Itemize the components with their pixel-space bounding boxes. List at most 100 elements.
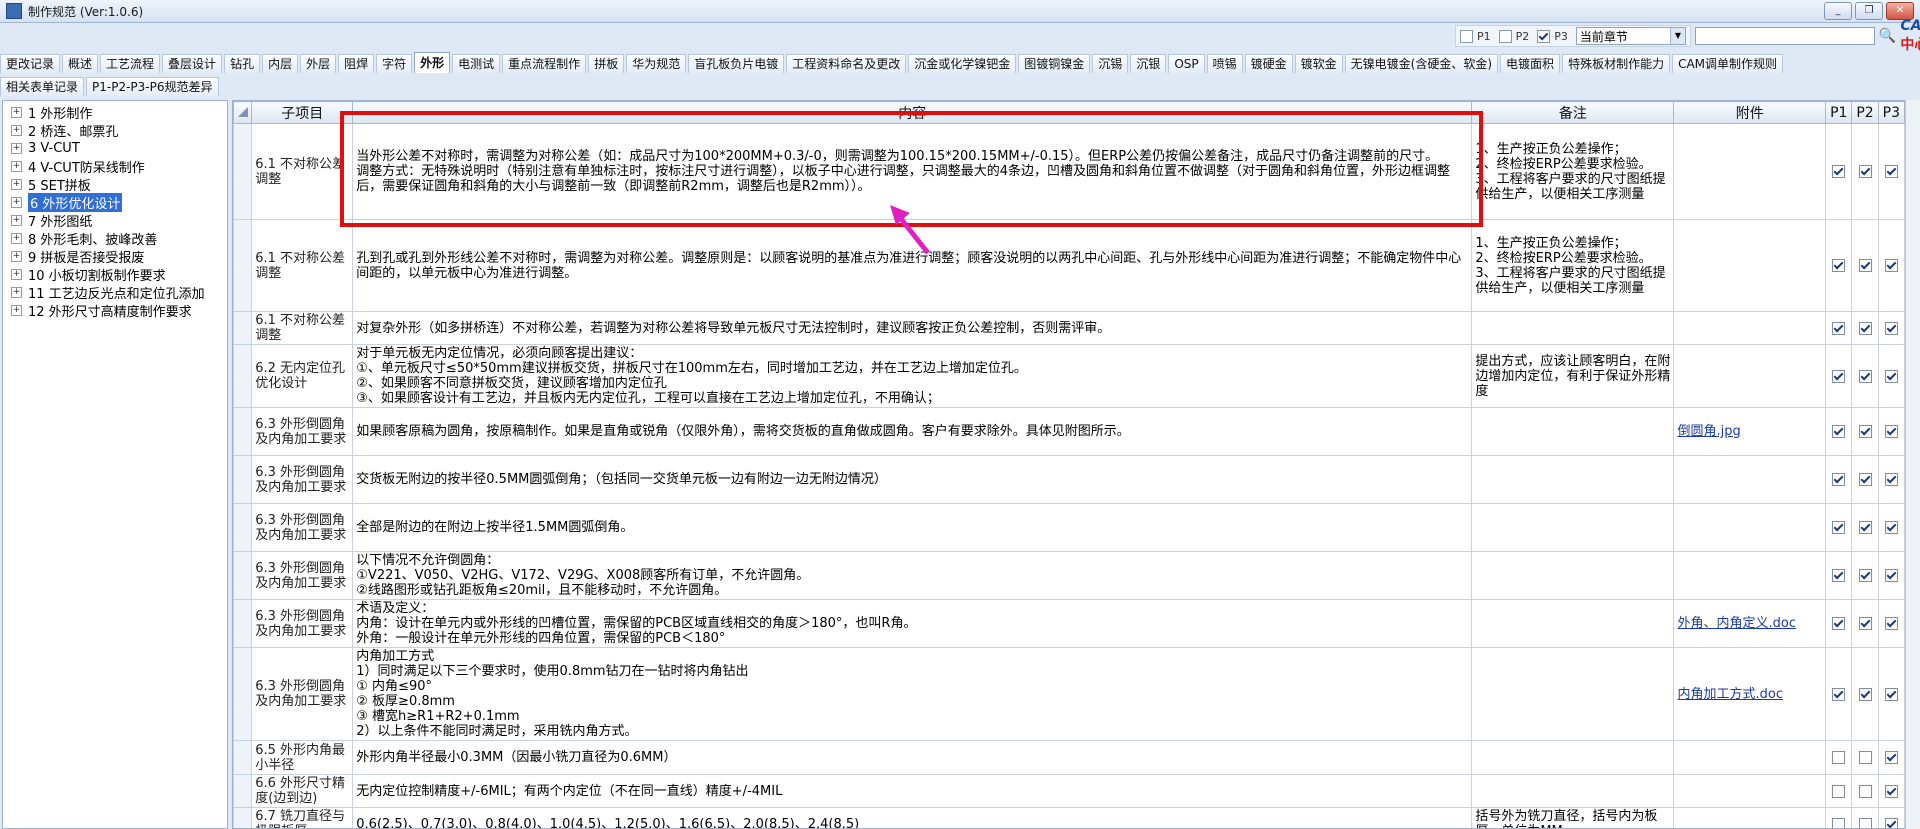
tab-item[interactable]: 电镀面积: [1500, 54, 1561, 73]
table-row[interactable]: 6.3 外形倒圆角及内角加工要求 以下情况不允许倒圆角： ①V221、V050、V…: [233, 551, 1906, 600]
tab-item[interactable]: CAM调单制作规则: [1672, 54, 1784, 73]
row-header[interactable]: [233, 455, 253, 504]
p3-checkbox[interactable]: [1884, 425, 1898, 438]
cell-content[interactable]: 无内定位控制精度+/-6MIL；有两个内定位（不在同一直线）精度+/-4MIL: [352, 774, 1473, 808]
p3-checkbox[interactable]: [1884, 784, 1898, 798]
col-header-p3[interactable]: P3: [1877, 101, 1906, 124]
table-row[interactable]: 6.3 外形倒圆角及内角加工要求 如果顾客原稿为圆角，按原稿制作。如果是直角或锐角…: [233, 407, 1906, 456]
p2-checkbox[interactable]: [1858, 425, 1872, 438]
table-row[interactable]: 6.1 不对称公差调整 孔到孔或孔到外形线公差不对称时，需调整为对称公差。调整原则…: [233, 219, 1906, 312]
p1-checkbox[interactable]: [1832, 784, 1846, 798]
attachment-link[interactable]: 外角、内角定义.doc: [1673, 599, 1827, 648]
expand-icon[interactable]: +: [11, 178, 22, 190]
cell-attach[interactable]: [1673, 551, 1827, 600]
expand-icon[interactable]: +: [11, 196, 22, 208]
tab-item[interactable]: 沉金或化学镍钯金: [908, 54, 1017, 73]
cell-sub-item[interactable]: 6.1 不对称公差调整: [251, 123, 354, 220]
tab-item[interactable]: 沉锡: [1092, 54, 1129, 73]
tab-item[interactable]: 字符: [376, 54, 413, 73]
cell-note[interactable]: [1471, 551, 1675, 600]
tab-item[interactable]: 电测试: [452, 54, 501, 73]
tab-item[interactable]: 更改记录: [0, 54, 61, 73]
cell-note[interactable]: [1471, 740, 1675, 775]
p3-checkbox[interactable]: [1884, 817, 1898, 828]
p3-checkbox[interactable]: [1884, 369, 1898, 383]
p2-checkbox[interactable]: [1858, 751, 1872, 764]
cell-sub-item[interactable]: 6.1 不对称公差调整: [251, 311, 354, 345]
tree-item[interactable]: +5 SET拼板: [3, 175, 227, 194]
cell-note[interactable]: 1、生产按正负公差操作； 2、终检按ERP公差要求检验。 3、工程将客户要求的尺…: [1471, 123, 1675, 220]
p1-checkbox[interactable]: [1832, 521, 1846, 534]
p1-checkbox[interactable]: [1832, 259, 1846, 272]
cell-attach[interactable]: [1673, 740, 1827, 775]
cell-content[interactable]: 孔到孔或孔到外形线公差不对称时，需调整为对称公差。调整原则是：以顾客说明的基准点…: [352, 219, 1473, 312]
p3-checkbox[interactable]: [1884, 687, 1898, 701]
row-header[interactable]: [233, 123, 253, 220]
cell-note[interactable]: [1471, 407, 1675, 456]
tab-item[interactable]: 概述: [62, 54, 99, 73]
p2-checkbox[interactable]: [1858, 321, 1872, 335]
tree-item[interactable]: +10 小板切割板制作要求: [3, 265, 227, 284]
row-header[interactable]: [233, 551, 253, 600]
p1-checkbox[interactable]: [1832, 687, 1846, 701]
row-header[interactable]: [233, 311, 253, 345]
cell-note[interactable]: 括号外为铣刀直径，括号内为板厚，单位为MM: [1471, 807, 1675, 828]
cell-content[interactable]: 对于单元板无内定位情况，必须向顾客提出建议： ①、单元板尺寸≤50*50mm建议…: [352, 344, 1473, 408]
col-header-p2[interactable]: P2: [1851, 101, 1879, 124]
cell-content[interactable]: 交货板无附边的按半径0.5MM圆弧倒角；（包括同一交货单元板一边有附边一边无附边…: [352, 455, 1473, 504]
p2-checkbox[interactable]: [1858, 817, 1872, 828]
tab-item[interactable]: 图镀铜镍金: [1018, 54, 1091, 73]
tab-item[interactable]: P1-P2-P3-P6规范差异: [86, 77, 219, 96]
p2-checkbox[interactable]: [1858, 369, 1872, 383]
tab-item[interactable]: 喷锡: [1206, 54, 1243, 73]
p1-checkbox[interactable]: [1832, 369, 1846, 383]
cell-attach[interactable]: [1673, 774, 1827, 808]
table-row[interactable]: 6.6 外形尺寸精度(边到边) 无内定位控制精度+/-6MIL；有两个内定位（不在…: [233, 774, 1906, 808]
tab-item[interactable]: 钻孔: [224, 54, 261, 73]
cell-attach[interactable]: [1673, 311, 1827, 345]
row-header[interactable]: [233, 599, 253, 648]
p1-checkbox[interactable]: [1832, 425, 1846, 438]
cell-content[interactable]: 以下情况不允许倒圆角： ①V221、V050、V2HG、V172、V29G、X0…: [352, 551, 1473, 600]
p3-checkbox[interactable]: [1884, 473, 1898, 486]
expand-icon[interactable]: +: [11, 232, 22, 244]
expand-icon[interactable]: +: [11, 124, 22, 136]
p3-checkbox[interactable]: [1884, 617, 1898, 630]
cell-sub-item[interactable]: 6.2 无内定位孔优化设计: [251, 344, 354, 408]
table-row[interactable]: 6.5 外形内角最小半径 外形内角半径最小0.3MM（因最小铣刀直径为0.6MM）: [233, 740, 1906, 775]
cell-note[interactable]: 提出方式，应该让顾客明白，在附边增加内定位，有利于保证外形精度: [1471, 344, 1675, 408]
p3-checkbox[interactable]: [1884, 165, 1898, 178]
row-header[interactable]: [233, 503, 253, 552]
expand-icon[interactable]: +: [11, 214, 22, 226]
tab-item[interactable]: OSP: [1168, 54, 1205, 73]
p2-checkbox[interactable]: [1858, 259, 1872, 272]
tab-item[interactable]: 特殊板材制作能力: [1562, 54, 1671, 73]
restore-button[interactable]: ❐: [1855, 2, 1883, 20]
table-row[interactable]: 6.3 外形倒圆角及内角加工要求 交货板无附边的按半径0.5MM圆弧倒角；（包括同…: [233, 455, 1906, 504]
table-row[interactable]: 6.3 外形倒圆角及内角加工要求 全部是附边的在附边上按半径1.5MM圆弧倒角。: [233, 503, 1906, 552]
expand-icon[interactable]: +: [11, 268, 22, 280]
expand-icon[interactable]: +: [11, 106, 22, 118]
cell-note[interactable]: [1471, 455, 1675, 504]
cell-attach[interactable]: [1673, 807, 1827, 828]
p1-checkbox[interactable]: [1832, 473, 1846, 486]
cell-content[interactable]: 0.6(2.5)、0.7(3.0)、0.8(4.0)、1.0(4.5)、1.2(…: [352, 807, 1473, 828]
p3-filter-checkbox[interactable]: [1537, 29, 1551, 43]
row-header[interactable]: [233, 740, 253, 775]
tab-item[interactable]: 阻焊: [338, 54, 375, 73]
tab-item[interactable]: 镀硬金: [1244, 54, 1293, 73]
tab-item[interactable]: 拼板: [588, 54, 625, 73]
grid-corner[interactable]: [233, 101, 253, 124]
p2-checkbox[interactable]: [1858, 617, 1872, 630]
cell-content[interactable]: 全部是附边的在附边上按半径1.5MM圆弧倒角。: [352, 503, 1473, 552]
table-row[interactable]: 6.7 铣刀直径与极限板厚0.6(2.5)、0.7(3.0)、0.8(4.0)、…: [233, 807, 1906, 828]
row-header[interactable]: [233, 807, 253, 828]
col-header-attach[interactable]: 附件: [1673, 101, 1827, 124]
row-header[interactable]: [233, 774, 253, 808]
col-header-note[interactable]: 备注: [1471, 101, 1675, 124]
row-header[interactable]: [233, 219, 253, 312]
scope-select[interactable]: 当前章节 ▼: [1575, 27, 1686, 45]
cell-note[interactable]: [1471, 647, 1675, 741]
tree-item[interactable]: +8 外形毛刺、披峰改善: [3, 229, 227, 248]
table-row[interactable]: 6.3 外形倒圆角及内角加工要求 内角加工方式 1）同时满足以下三个要求时，使用0…: [233, 647, 1906, 741]
